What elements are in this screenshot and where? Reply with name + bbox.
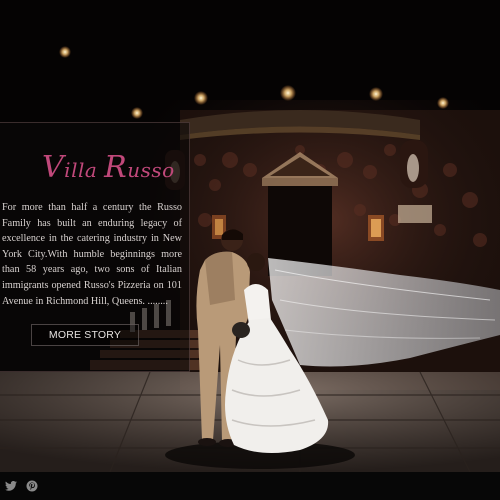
villa-russo-logo[interactable]: Villa Russo — [42, 150, 175, 185]
hero-slide: Villa Russo For more than half a century… — [0, 0, 500, 500]
footer-bar — [0, 472, 500, 500]
more-story-button[interactable]: MORE STORY — [31, 324, 139, 346]
about-paragraph: For more than half a century the Russo F… — [2, 202, 182, 307]
pinterest-icon[interactable] — [25, 479, 39, 493]
twitter-icon[interactable] — [4, 479, 18, 493]
